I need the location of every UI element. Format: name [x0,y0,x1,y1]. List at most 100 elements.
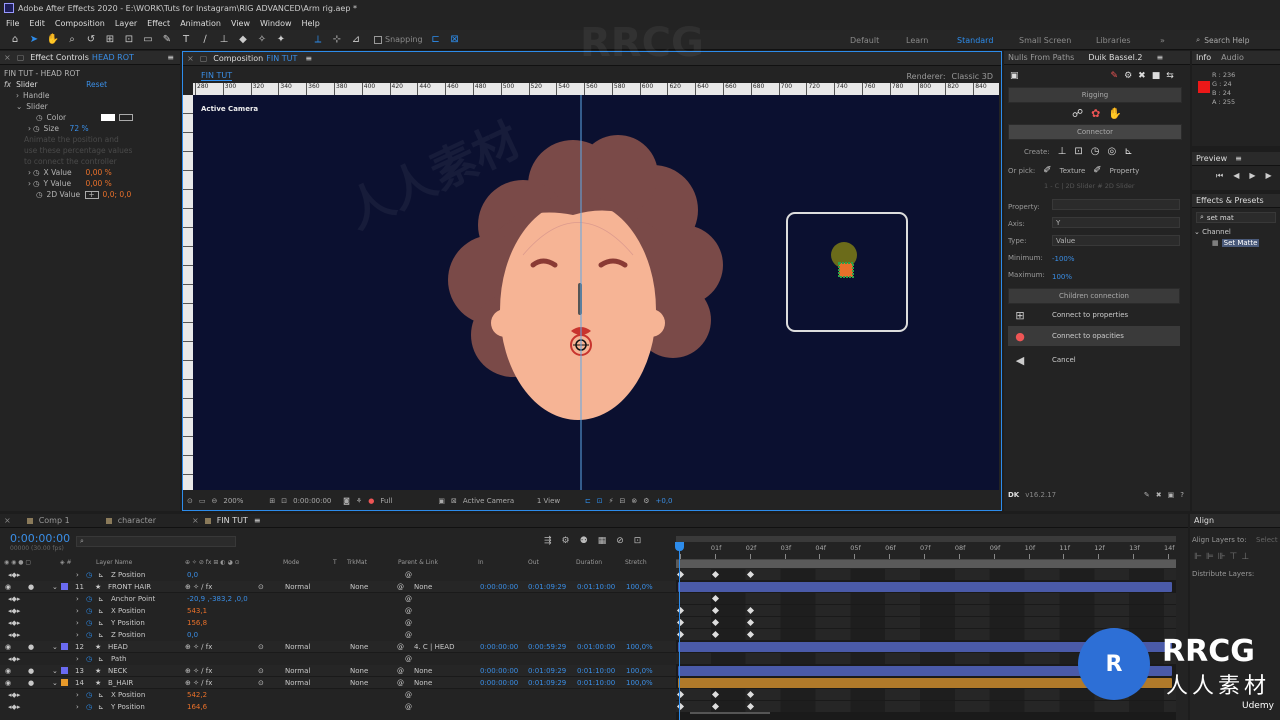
close-icon[interactable]: × [192,516,199,525]
roi-icon[interactable]: ▣ [438,497,445,505]
comp-canvas[interactable]: Active Camera [193,95,999,490]
draft-3d-icon[interactable]: ⚙ [562,536,570,546]
label-color[interactable] [61,643,68,650]
type-tool-icon[interactable]: T [179,33,193,47]
expand-arrow-icon[interactable]: › [16,91,19,100]
character-head[interactable] [193,95,999,490]
expand-arrow-icon[interactable]: › [28,124,31,133]
duik-io-icon[interactable]: ⇆ [1166,71,1174,81]
close-icon[interactable]: × [187,54,194,63]
snapshot-icon[interactable]: ◙ [343,497,350,505]
viewer-timecode[interactable]: 0:00:00:00 [293,497,337,505]
duik-home-icon[interactable]: ▣ [1010,71,1019,81]
graph-editor-icon[interactable]: ⊡ [634,536,642,546]
expression-pickwhip-icon[interactable]: @ [405,655,412,663]
type-dropdown[interactable]: Value [1052,235,1180,246]
workspace-standard[interactable]: Standard [957,36,993,45]
frame-blending-icon[interactable]: ▦ [598,536,607,546]
col-in[interactable]: In [478,559,484,566]
parent-pickwhip-icon[interactable]: @ [397,679,404,687]
size-value[interactable]: 72 % [70,124,89,133]
in-time[interactable]: 0:00:00:00 [480,583,518,591]
tab-preview[interactable]: Preview [1196,154,1227,163]
property-value[interactable]: 156,8 [187,619,207,627]
color-swatch[interactable] [100,114,115,121]
twirl-icon[interactable]: ⌄ [52,679,58,687]
pick-layer-icon[interactable]: ✐ [1043,165,1051,176]
views-dropdown[interactable]: 1 View [537,497,579,505]
keyframe-nav-icon[interactable]: ◂◆▸ [8,703,20,711]
pick-texture-button[interactable]: Texture [1060,167,1086,175]
trkmat-dropdown[interactable]: None [350,583,368,591]
graph-icon[interactable]: ⊾ [98,595,104,603]
region-icon[interactable]: ⊡ [281,497,287,505]
pick-property-icon[interactable]: ✐ [1093,165,1101,176]
trkmat-dropdown[interactable]: None [350,643,368,651]
menu-view[interactable]: View [231,19,250,28]
stopwatch-icon[interactable]: ◷ [86,691,92,699]
duik-camera-icon[interactable]: ■ [1152,71,1161,81]
col-trkmat[interactable]: TrkMat [347,559,367,566]
rigging-section[interactable]: Rigging [1008,87,1182,103]
stopwatch-icon[interactable]: ◷ [86,571,92,579]
in-time[interactable]: 0:00:00:00 [480,667,518,675]
stopwatch-icon[interactable]: ◷ [36,113,43,122]
effect-item-set-matte[interactable]: Set Matte [1221,239,1260,247]
expression-pickwhip-icon[interactable]: @ [405,619,412,627]
col-layer-name[interactable]: Layer Name [96,559,132,566]
property-dropdown[interactable] [1052,199,1180,210]
tab-info[interactable]: Info [1196,53,1211,62]
stopwatch-icon[interactable]: ◷ [86,595,92,603]
keyframe-nav-icon[interactable]: ◂◆▸ [8,595,20,603]
stopwatch-icon[interactable]: ◷ [86,607,92,615]
snap-grid-icon[interactable]: ⊠ [448,33,462,47]
twirl-icon[interactable]: ⌄ [52,643,58,651]
layer-switches[interactable]: ⊕ ✧ ∕ fx [185,679,212,687]
axis-dropdown[interactable]: Y [1052,217,1180,228]
menu-composition[interactable]: Composition [55,19,105,28]
duik-settings-icon[interactable]: ✎ [1144,491,1150,499]
align-to-dropdown[interactable]: Selection [1256,536,1278,544]
property-row[interactable]: ◂◆▸ › ◷ ⊾ Z Position 0,0 @ [0,569,676,581]
eye-icon[interactable]: ◉ [5,667,11,675]
stretch[interactable]: 100,0% [626,583,653,591]
eye-icon[interactable]: ◉ [5,583,11,591]
crosshair-icon[interactable]: + [84,190,99,199]
layer-name[interactable]: FRONT HAIR [108,583,151,591]
layer-switches[interactable]: ⊕ ✧ ∕ fx [185,583,212,591]
menu-file[interactable]: File [6,19,19,28]
duik-bone-icon[interactable]: ✎ [1111,71,1119,81]
parent-dropdown[interactable]: None [414,679,432,687]
blend-mode-dropdown[interactable]: Normal [285,583,310,591]
playhead-handle[interactable] [675,542,684,551]
exposure-icon[interactable]: ⚙ [643,497,649,505]
puppet-tool-icon[interactable]: ✦ [274,33,288,47]
blend-mode-dropdown[interactable]: Normal [285,679,310,687]
handle-group[interactable]: Handle [23,91,49,100]
stopwatch-icon[interactable]: ◷ [86,655,92,663]
twirl-icon[interactable]: › [76,619,79,627]
expand-arrow-icon[interactable]: › [28,179,31,188]
layer-row[interactable]: ◉ ● ⌄ 14 ★ B_HAIR ⊕ ✧ ∕ fx ⊙ Normal None @ None 0:00… [0,677,676,689]
label-color[interactable] [61,679,68,686]
create-slider-icon[interactable]: ⊥ [1058,146,1067,157]
twod-value[interactable]: 0,0; 0,0 [103,190,132,199]
col-t[interactable]: T [333,559,337,566]
property-row[interactable]: ◂◆▸ › ◷ ⊾ Path @ [0,653,676,665]
expression-pickwhip-icon[interactable]: @ [405,571,412,579]
always-preview-icon[interactable]: ⊙ [187,497,193,505]
duration[interactable]: 0:01:10:00 [577,667,615,675]
twirl-icon[interactable]: › [76,571,79,579]
solo-icon[interactable]: ● [28,643,34,651]
snapping-checkbox[interactable] [374,35,382,44]
stopwatch-icon[interactable]: ◷ [33,124,40,133]
shy-icon[interactable]: ⚉ [580,536,588,546]
children-connection-section[interactable]: Children connection [1008,288,1180,304]
3d-layer-icon[interactable]: ⊙ [258,667,264,675]
playhead[interactable] [679,542,680,720]
flowchart-icon[interactable]: ⊗ [631,497,637,505]
reset-exposure-icon[interactable]: ⊡ [597,497,603,505]
rig-hand-icon[interactable]: ✋ [1108,107,1122,120]
duration[interactable]: 0:01:10:00 [577,679,615,687]
out-time[interactable]: 0:01:09:29 [528,667,566,675]
